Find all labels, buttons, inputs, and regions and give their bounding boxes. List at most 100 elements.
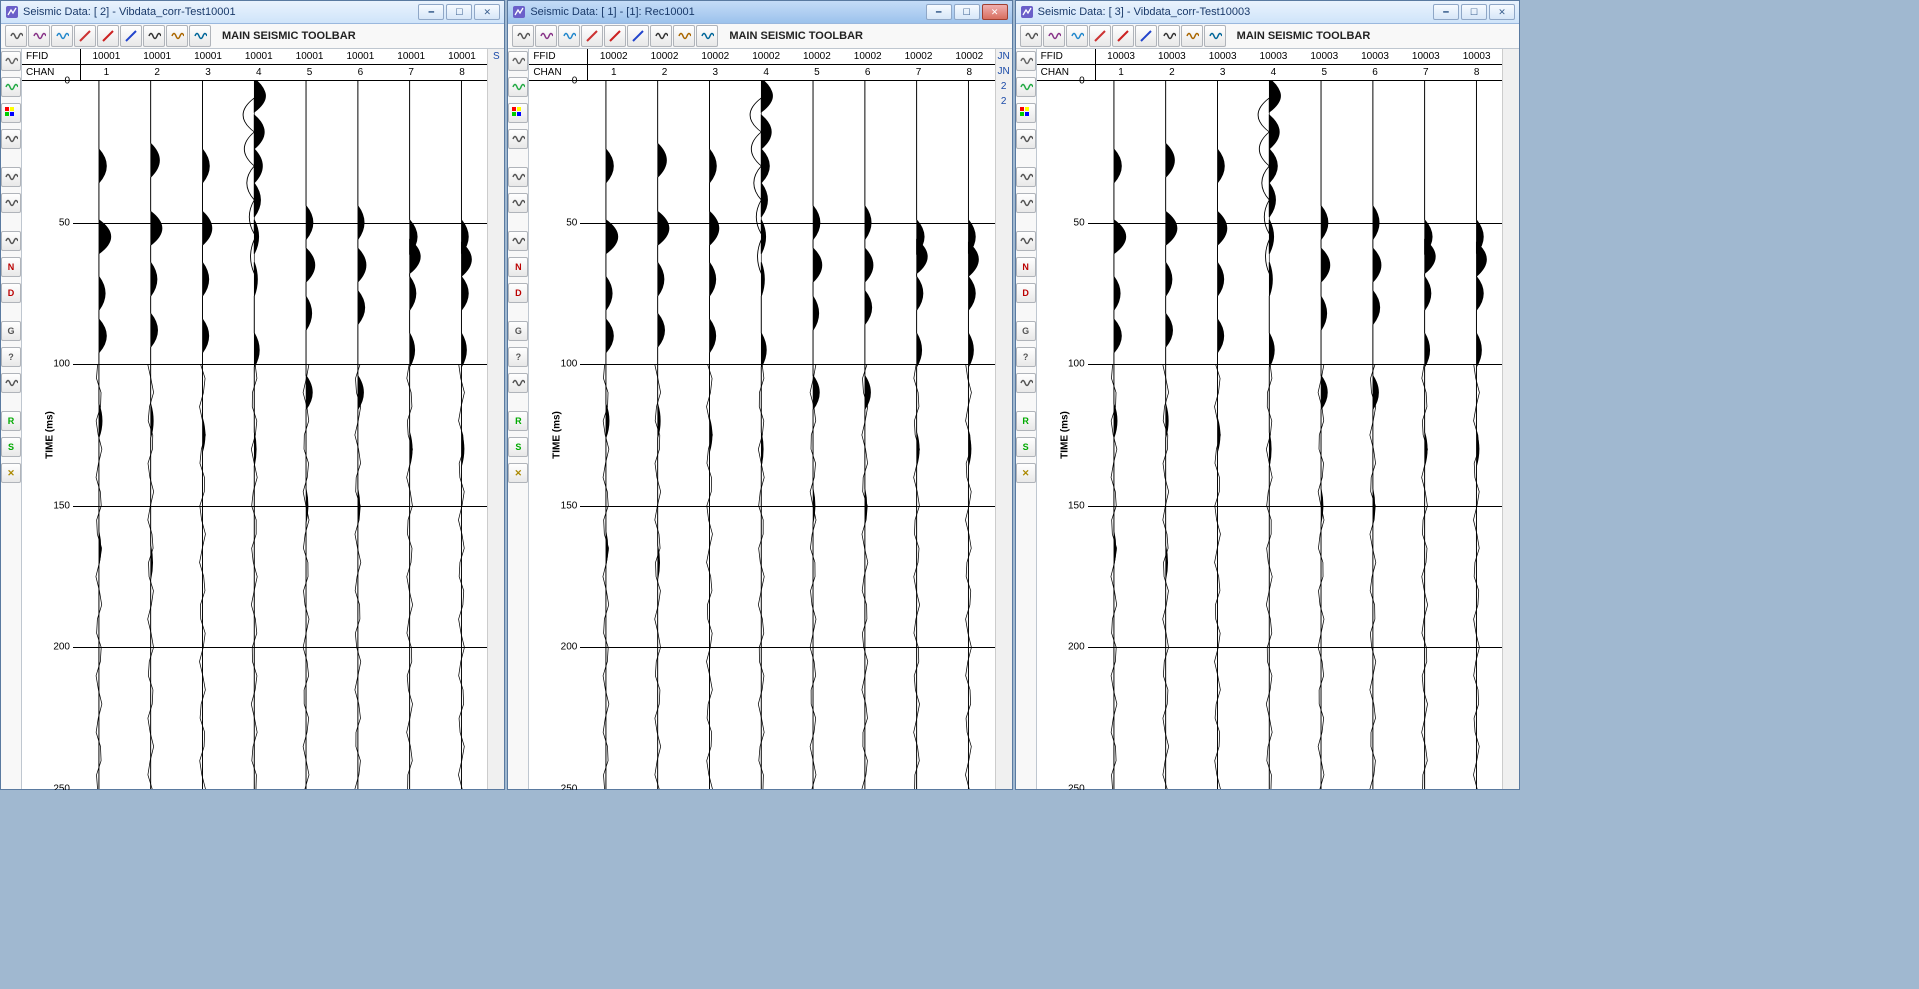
x-icon[interactable]: ✕ <box>1016 463 1036 483</box>
wiggle-icon[interactable] <box>5 25 27 47</box>
line-blue-icon[interactable] <box>627 25 649 47</box>
line-blue-icon[interactable] <box>1135 25 1157 47</box>
r-icon[interactable]: R <box>1 411 21 431</box>
text-icon[interactable] <box>1 129 21 149</box>
zoom-icon[interactable] <box>51 25 73 47</box>
s-icon[interactable]: S <box>1016 437 1036 457</box>
gutter-item[interactable]: JN <box>996 64 1012 79</box>
x-icon[interactable]: ✕ <box>1 463 21 483</box>
maximize-button[interactable]: ☐ <box>1461 4 1487 20</box>
flag-icon[interactable] <box>1089 25 1111 47</box>
wave-icon[interactable] <box>673 25 695 47</box>
bars-icon[interactable] <box>1 193 21 213</box>
text-icon[interactable] <box>508 129 528 149</box>
stack-icon[interactable] <box>189 25 211 47</box>
window-titlebar[interactable]: Seismic Data: [ 1] - [1]: Rec10001 ━ ☐ ✕ <box>508 1 1011 24</box>
line-red-icon[interactable] <box>97 25 119 47</box>
text-icon[interactable] <box>1016 129 1036 149</box>
bars-icon[interactable] <box>508 193 528 213</box>
xg-icon[interactable]: G <box>508 321 528 341</box>
wave1-icon[interactable] <box>1016 167 1036 187</box>
wave2-icon[interactable] <box>1 231 21 251</box>
branch-icon[interactable] <box>1 373 21 393</box>
wave2-icon[interactable] <box>1016 231 1036 251</box>
xq-icon[interactable]: ? <box>1016 347 1036 367</box>
close-button[interactable]: ✕ <box>474 4 500 20</box>
plot-area[interactable]: TIME (ms) 050100150200250 <box>529 81 994 789</box>
maximize-button[interactable]: ☐ <box>446 4 472 20</box>
plot-area[interactable]: TIME (ms) 050100150200250 <box>1037 81 1502 789</box>
branch-icon[interactable] <box>508 373 528 393</box>
grid-icon[interactable] <box>508 51 528 71</box>
palette-icon[interactable] <box>1 103 21 123</box>
wave-icon[interactable] <box>1181 25 1203 47</box>
plot-area[interactable]: TIME (ms) 050100150200250 <box>22 81 487 789</box>
flag-icon[interactable] <box>74 25 96 47</box>
trace-canvas[interactable] <box>73 81 487 789</box>
wave1-icon[interactable] <box>508 167 528 187</box>
xg-icon[interactable]: G <box>1 321 21 341</box>
window-titlebar[interactable]: Seismic Data: [ 2] - Vibdata_corr-Test10… <box>1 1 504 24</box>
cross-icon[interactable] <box>143 25 165 47</box>
wave1-icon[interactable] <box>1 167 21 187</box>
ffid-values: 1000210002100021000210002100021000210002 <box>588 49 994 64</box>
cross-icon[interactable] <box>650 25 672 47</box>
grid-icon[interactable] <box>1016 51 1036 71</box>
agc-icon[interactable] <box>1043 25 1065 47</box>
gutter-item[interactable]: JN <box>996 49 1012 64</box>
wave2-icon[interactable] <box>508 231 528 251</box>
zoom-icon[interactable] <box>1066 25 1088 47</box>
line-red-icon[interactable] <box>1112 25 1134 47</box>
trace-canvas[interactable] <box>1088 81 1502 789</box>
ffid-value: 10001 <box>81 51 132 62</box>
gutter-item[interactable]: 2 <box>996 79 1012 94</box>
agc-icon[interactable] <box>28 25 50 47</box>
trace-canvas[interactable] <box>580 81 994 789</box>
flag-icon[interactable] <box>581 25 603 47</box>
maximize-button[interactable]: ☐ <box>954 4 980 20</box>
s-icon[interactable]: S <box>1 437 21 457</box>
wave-icon[interactable] <box>166 25 188 47</box>
pencil-icon[interactable] <box>1016 77 1036 97</box>
palette-icon[interactable] <box>1016 103 1036 123</box>
wiggle-icon[interactable] <box>512 25 534 47</box>
cross-icon[interactable] <box>1158 25 1180 47</box>
main-toolbar: MAIN SEISMIC TOOLBAR <box>1016 24 1519 49</box>
line-blue-icon[interactable] <box>120 25 142 47</box>
xg-icon[interactable]: G <box>1016 321 1036 341</box>
branch-icon[interactable] <box>1016 373 1036 393</box>
minimize-button[interactable]: ━ <box>926 4 952 20</box>
d-icon[interactable]: D <box>508 283 528 303</box>
window-titlebar[interactable]: Seismic Data: [ 3] - Vibdata_corr-Test10… <box>1016 1 1519 24</box>
d-icon[interactable]: D <box>1 283 21 303</box>
wiggle-icon[interactable] <box>1020 25 1042 47</box>
chan-value: 4 <box>741 67 792 78</box>
d-icon[interactable]: D <box>1016 283 1036 303</box>
n-icon[interactable]: N <box>1016 257 1036 277</box>
grid-icon[interactable] <box>1 51 21 71</box>
close-button[interactable]: ✕ <box>982 4 1008 20</box>
xq-icon[interactable]: ? <box>508 347 528 367</box>
gutter-item[interactable]: 2 <box>996 94 1012 109</box>
r-icon[interactable]: R <box>1016 411 1036 431</box>
x-icon[interactable]: ✕ <box>508 463 528 483</box>
n-icon[interactable]: N <box>1 257 21 277</box>
minimize-button[interactable]: ━ <box>1433 4 1459 20</box>
close-button[interactable]: ✕ <box>1489 4 1515 20</box>
ffid-value: 10002 <box>792 51 843 62</box>
s-icon[interactable]: S <box>508 437 528 457</box>
palette-icon[interactable] <box>508 103 528 123</box>
stack-icon[interactable] <box>1204 25 1226 47</box>
zoom-icon[interactable] <box>558 25 580 47</box>
stack-icon[interactable] <box>696 25 718 47</box>
pencil-icon[interactable] <box>508 77 528 97</box>
r-icon[interactable]: R <box>508 411 528 431</box>
line-red-icon[interactable] <box>604 25 626 47</box>
minimize-button[interactable]: ━ <box>418 4 444 20</box>
bars-icon[interactable] <box>1016 193 1036 213</box>
n-icon[interactable]: N <box>508 257 528 277</box>
xq-icon[interactable]: ? <box>1 347 21 367</box>
agc-icon[interactable] <box>535 25 557 47</box>
gutter-item[interactable]: S <box>488 49 504 64</box>
pencil-icon[interactable] <box>1 77 21 97</box>
